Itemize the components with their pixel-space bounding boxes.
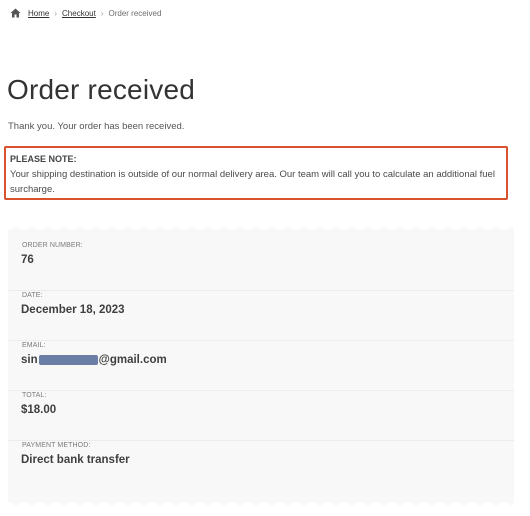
order-details: ORDER NUMBER: 76 DATE: December 18, 2023… <box>8 230 514 502</box>
order-number-label: ORDER NUMBER: <box>22 242 83 249</box>
date-row: DATE: December 18, 2023 <box>8 292 514 341</box>
date-value: December 18, 2023 <box>21 304 125 316</box>
payment-method-value: Direct bank transfer <box>21 454 130 466</box>
email-value: sin @gmail.com <box>21 354 167 366</box>
payment-method-row: PAYMENT METHOD: Direct bank transfer <box>8 442 514 491</box>
order-details-bottom-edge <box>8 500 514 506</box>
breadcrumb-separator: › <box>100 8 104 18</box>
breadcrumb-home-link[interactable]: Home <box>28 9 49 18</box>
date-label: DATE: <box>22 292 43 299</box>
email-prefix: sin <box>21 354 38 366</box>
page-title: Order received <box>7 74 195 105</box>
breadcrumb: Home › Checkout › Order received <box>10 6 161 20</box>
email-row: EMAIL: sin @gmail.com <box>8 342 514 391</box>
total-label: TOTAL: <box>22 392 47 399</box>
thank-you-message: Thank you. Your order has been received. <box>8 121 185 132</box>
order-number-row: ORDER NUMBER: 76 <box>8 242 514 291</box>
notice-heading: PLEASE NOTE: <box>10 154 77 164</box>
email-label: EMAIL: <box>22 342 46 349</box>
notice-text: Your shipping destination is outside of … <box>10 169 495 195</box>
breadcrumb-checkout-link[interactable]: Checkout <box>62 9 96 18</box>
shipping-notice: PLEASE NOTE: Your shipping destination i… <box>4 146 508 200</box>
redaction-mark <box>38 355 98 365</box>
breadcrumb-current: Order received <box>108 8 162 18</box>
breadcrumb-separator: › <box>54 8 58 18</box>
total-value: $18.00 <box>21 404 57 416</box>
email-suffix: @gmail.com <box>98 354 167 366</box>
payment-method-label: PAYMENT METHOD: <box>22 442 91 449</box>
total-row: TOTAL: $18.00 <box>8 392 514 441</box>
home-icon[interactable] <box>10 8 21 18</box>
order-number-value: 76 <box>21 254 34 266</box>
